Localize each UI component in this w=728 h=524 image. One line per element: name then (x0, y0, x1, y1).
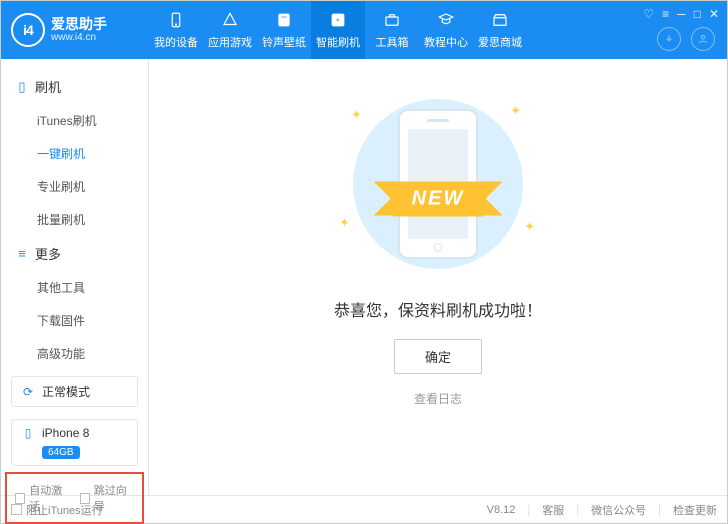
music-icon (274, 10, 294, 30)
nav-tutorial[interactable]: 教程中心 (419, 1, 473, 59)
logo-icon: i4 (11, 13, 45, 47)
titlebar: i4 爱思助手 www.i4.cn 我的设备 应用游戏 铃声壁纸 智能刷机 工具… (1, 1, 727, 59)
version-label: V8.12 (487, 504, 516, 516)
sidebar-item-itunes-flash[interactable]: iTunes刷机 (1, 104, 148, 137)
flash-icon (328, 10, 348, 30)
sidebar-item-oneclick-flash[interactable]: 一键刷机 (1, 137, 148, 170)
nav-ringtones[interactable]: 铃声壁纸 (257, 1, 311, 59)
phone-icon: ▯ (15, 79, 29, 95)
new-ribbon: NEW (394, 182, 483, 217)
nav-apps[interactable]: 应用游戏 (203, 1, 257, 59)
download-button[interactable] (657, 27, 681, 51)
device-name: iPhone 8 (42, 426, 89, 440)
tutorial-icon (436, 10, 456, 30)
storage-badge: 64GB (42, 446, 80, 459)
main-nav: 我的设备 应用游戏 铃声壁纸 智能刷机 工具箱 教程中心 爱思商城 (149, 1, 635, 59)
device-icon (166, 10, 186, 30)
menu-icon[interactable]: ≡ (662, 7, 669, 21)
footer-link-support[interactable]: 客服 (542, 502, 564, 518)
device-small-icon: ▯ (20, 426, 36, 440)
close-button[interactable]: ✕ (709, 7, 719, 21)
sidebar-item-batch-flash[interactable]: 批量刷机 (1, 203, 148, 236)
store-icon (490, 10, 510, 30)
nav-flash[interactable]: 智能刷机 (311, 1, 365, 59)
sidebar-item-other-tools[interactable]: 其他工具 (1, 271, 148, 304)
ok-button[interactable]: 确定 (394, 339, 482, 374)
nav-my-device[interactable]: 我的设备 (149, 1, 203, 59)
nav-store[interactable]: 爱思商城 (473, 1, 527, 59)
nav-toolbox[interactable]: 工具箱 (365, 1, 419, 59)
footer-link-wechat[interactable]: 微信公众号 (591, 502, 646, 518)
apps-icon (220, 10, 240, 30)
view-log-link[interactable]: 查看日志 (414, 390, 462, 407)
logo[interactable]: i4 爱思助手 www.i4.cn (1, 1, 149, 59)
brand-name: 爱思助手 (51, 17, 107, 32)
success-message: 恭喜您，保资料刷机成功啦！ (334, 297, 542, 321)
block-itunes-checkbox[interactable]: 阻止iTunes运行 (11, 502, 103, 518)
basket-icon[interactable]: ♡ (643, 7, 654, 21)
sidebar-item-advanced[interactable]: 高级功能 (1, 337, 148, 370)
sidebar-item-download-firmware[interactable]: 下载固件 (1, 304, 148, 337)
mode-label: 正常模式 (42, 383, 90, 400)
success-illustration: ✦✦✦✦ NEW (323, 89, 553, 279)
sidebar-group-flash[interactable]: ▯ 刷机 (1, 69, 148, 104)
maximize-button[interactable]: □ (694, 7, 701, 21)
sidebar-group-more[interactable]: ≡ 更多 (1, 236, 148, 271)
more-icon: ≡ (15, 246, 29, 261)
minimize-button[interactable]: ─ (677, 7, 686, 21)
footer-link-update[interactable]: 检查更新 (673, 502, 717, 518)
device-selector[interactable]: ▯ iPhone 8 64GB (11, 419, 138, 466)
mode-selector[interactable]: ⟳ 正常模式 (11, 376, 138, 407)
toolbox-icon (382, 10, 402, 30)
sidebar: ▯ 刷机 iTunes刷机 一键刷机 专业刷机 批量刷机 ≡ 更多 其他工具 下… (1, 59, 149, 495)
brand-url: www.i4.cn (51, 32, 107, 43)
main-content: ✦✦✦✦ NEW 恭喜您，保资料刷机成功啦！ 确定 查看日志 (149, 59, 727, 495)
user-button[interactable] (691, 27, 715, 51)
window-controls: ♡ ≡ ─ □ ✕ (635, 1, 727, 27)
refresh-icon: ⟳ (20, 385, 36, 399)
sidebar-item-pro-flash[interactable]: 专业刷机 (1, 170, 148, 203)
